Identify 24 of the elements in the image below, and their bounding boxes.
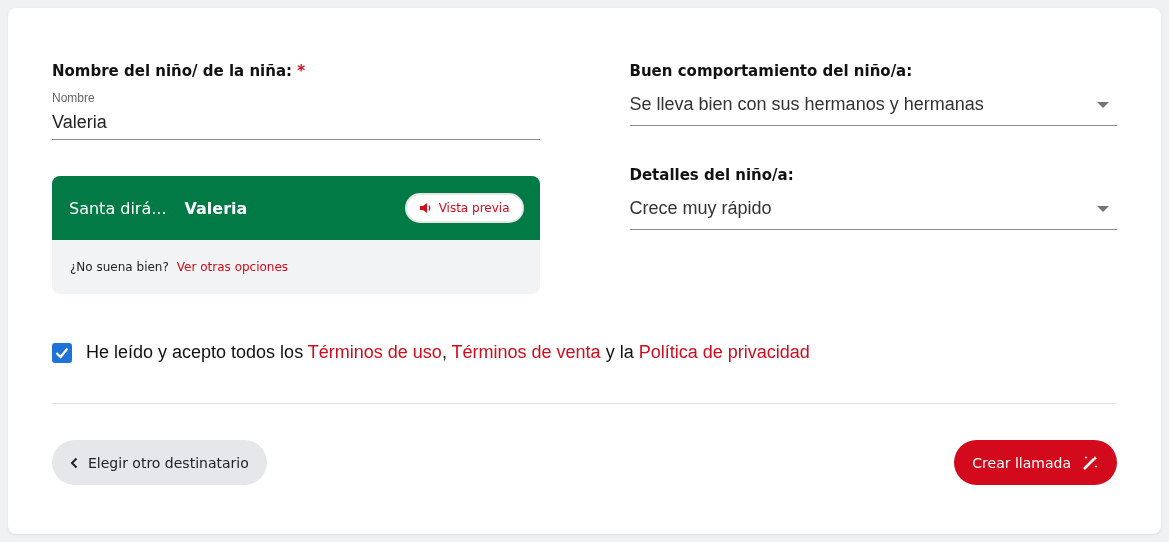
checkbox[interactable] <box>52 342 72 363</box>
back-button[interactable]: Elegir otro destinatario <box>52 440 267 485</box>
field-label: Buen comportamiento del niño/a: <box>629 62 914 80</box>
magic-wand-icon <box>1081 454 1099 471</box>
field-label: Nombre del niño/ de la niña: * <box>52 62 307 80</box>
select-field[interactable]: Se lleva bien con sus hermanos y hermanas <box>629 94 1117 126</box>
select-field[interactable]: Crece muy rápido <box>629 198 1117 230</box>
terms-link[interactable]: Términos de venta <box>451 342 601 362</box>
name-field[interactable]: Nombre Valeria <box>52 91 540 140</box>
preview-button[interactable]: Vista previa <box>404 193 524 223</box>
terms-link[interactable]: Términos de uso <box>307 342 442 362</box>
terms-text: He leído y acepto todos los Términos de uso, Términos de venta y la Política de privacidad <box>86 342 810 363</box>
dropdown-caret-icon <box>1097 205 1109 212</box>
options-link[interactable]: Ver otras opciones <box>176 260 289 274</box>
speaker-icon <box>418 202 433 214</box>
preview-lead: Santa dirá... <box>69 198 167 218</box>
required-mark: * <box>297 62 306 80</box>
terms-link[interactable]: Política de privacidad <box>638 342 810 362</box>
field-label: Detalles del niño/a: <box>629 166 795 184</box>
question-text: ¿No suena bien? <box>70 260 169 274</box>
preview-name: Valeria <box>184 198 248 218</box>
create-call-button[interactable]: Crear llamada <box>954 440 1117 485</box>
dropdown-caret-icon <box>1097 101 1109 108</box>
chevron-left-icon <box>70 456 78 469</box>
